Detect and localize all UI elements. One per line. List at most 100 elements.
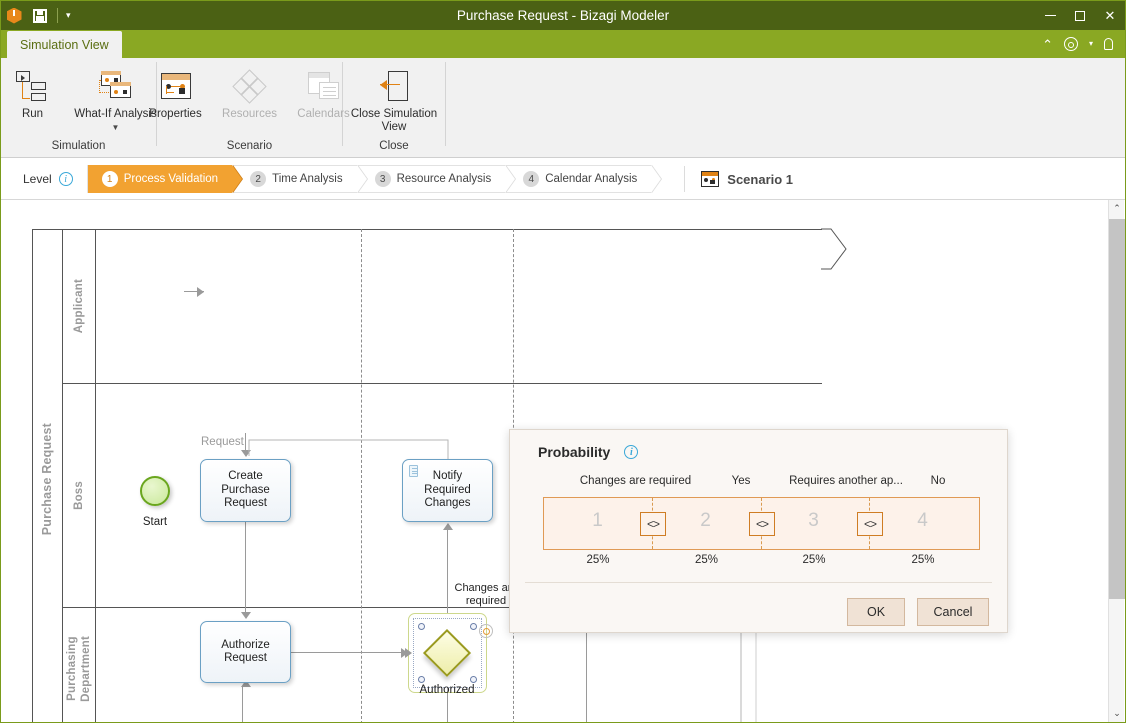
probability-percentages: 25% 25% 25% 25% [543, 554, 980, 572]
scroll-up-button[interactable]: ⌃ [1109, 200, 1125, 217]
flow-create-to-authorize [245, 522, 246, 617]
maximize-button[interactable] [1065, 1, 1095, 30]
ok-button[interactable]: OK [847, 598, 905, 626]
dialog-divider [525, 582, 992, 583]
lane-applicant-header: Applicant [63, 229, 96, 383]
minimize-button[interactable] [1035, 1, 1065, 30]
info-icon[interactable]: i [58, 172, 73, 186]
quick-access-dropdown-icon[interactable]: ▾ [66, 11, 71, 20]
ribbon: Run What-If Analysis ▼ Simulation Proper… [1, 58, 1125, 158]
scenario-icon [701, 171, 720, 187]
resize-handle[interactable] [470, 623, 477, 630]
close-button[interactable]: ✕ [1095, 1, 1125, 30]
app-menu-button[interactable] [1, 1, 27, 30]
probability-dialog[interactable]: Probability i Changes are required Yes R… [509, 429, 1008, 633]
window-title: Purchase Request - Bizagi Modeler [456, 8, 670, 23]
pool-title: Purchase Request [32, 229, 63, 722]
level-step-label: Resource Analysis [396, 173, 492, 185]
close-simulation-view-label: Close Simulation View [350, 108, 438, 133]
start-event[interactable] [140, 476, 170, 506]
save-icon [33, 8, 47, 23]
title-bar: ▾ Purchase Request - Bizagi Modeler ✕ [1, 1, 1125, 30]
resize-handle[interactable] [418, 676, 425, 683]
save-button[interactable] [27, 1, 53, 30]
resources-button: Resources [213, 63, 287, 121]
gear-icon[interactable] [1063, 37, 1078, 51]
task-authorize-request[interactable]: Authorize Request [200, 621, 291, 683]
segment-number-1: 1 [592, 510, 603, 531]
lane-applicant[interactable]: Applicant [63, 229, 822, 384]
gateway-inbound-arrowhead [405, 648, 412, 658]
level-step-number: 1 [101, 171, 118, 187]
percentage-2: 25% [694, 554, 719, 566]
ribbon-group-close: Close Simulation View Close [343, 58, 445, 158]
scrollbar-thumb[interactable] [1109, 219, 1125, 599]
ribbon-group-scenario-title: Scenario [226, 140, 273, 152]
close-simulation-view-button[interactable]: Close Simulation View [348, 63, 440, 134]
ribbon-group-close-title: Close [379, 140, 409, 152]
level-step-label: Calendar Analysis [545, 173, 638, 185]
properties-label: Properties [149, 108, 202, 120]
task-create-purchase-request[interactable]: Create Purchase Request [200, 459, 291, 522]
level-step-process-validation[interactable]: 1 Process Validation [87, 165, 244, 193]
dialog-title-text: Probability [538, 444, 611, 460]
lightbulb-icon[interactable] [1104, 38, 1113, 50]
calendars-icon [307, 72, 340, 100]
flow-arrowhead [443, 523, 453, 530]
level-step-number: 4 [523, 171, 540, 187]
level-step-resource-analysis[interactable]: 3 Resource Analysis [357, 165, 516, 193]
run-icon [15, 71, 50, 101]
resources-label: Resources [222, 108, 277, 120]
run-label: Run [21, 108, 44, 120]
info-icon[interactable]: i [624, 445, 639, 459]
level-step-number: 3 [374, 171, 391, 187]
ribbon-group-scenario: Properties Resources Calendars Scenario [149, 58, 350, 158]
level-steps: 1 Process Validation 2 Time Analysis 3 R… [86, 165, 663, 193]
slider-handle-1[interactable]: <> [640, 512, 666, 536]
minimize-icon [1044, 14, 1056, 17]
chevron-down-icon[interactable]: ▼ [112, 123, 120, 132]
collapse-ribbon-icon[interactable]: ⌃ [1042, 38, 1053, 51]
calendars-label: Calendars [297, 108, 350, 120]
ribbon-group-simulation: Run What-If Analysis ▼ Simulation [0, 58, 157, 158]
lane-purchasing-department-label: Purchasing Department [66, 635, 92, 702]
task-label: Notify Required Changes [424, 470, 471, 510]
tab-simulation-view[interactable]: Simulation View [7, 31, 122, 58]
level-step-time-analysis[interactable]: 2 Time Analysis [232, 165, 368, 193]
properties-button[interactable]: Properties [139, 63, 213, 121]
gear-icon[interactable] [479, 624, 493, 638]
resources-icon [231, 69, 267, 104]
slider-handle-2[interactable]: <> [749, 512, 775, 536]
percentage-3: 25% [802, 554, 826, 566]
probability-slider[interactable]: 1 2 3 4 <> <> <> [543, 497, 980, 550]
lane-applicant-label: Applicant [73, 278, 85, 334]
flow-authorize-to-gateway [290, 652, 407, 653]
vertical-scrollbar[interactable]: ⌃ ⌄ [1108, 200, 1125, 722]
ribbon-divider [445, 62, 446, 146]
slider-handle-3[interactable]: <> [857, 512, 883, 536]
chevron-down-icon[interactable]: ▾ [1089, 40, 1093, 48]
dialog-buttons: OK Cancel [847, 598, 989, 626]
level-label: Level [23, 172, 52, 186]
gateway-authorized-label: Authorized [419, 684, 475, 696]
column-header-no: No [930, 475, 946, 487]
flow-loopback-up [242, 687, 243, 722]
properties-icon [160, 73, 191, 99]
flow-arrowhead [197, 287, 204, 297]
resize-handle[interactable] [418, 623, 425, 630]
ribbon-header-actions: ⌃ ▾ [1042, 30, 1125, 58]
pool-title-label: Purchase Request [40, 422, 54, 536]
level-step-number: 2 [250, 171, 267, 187]
run-button[interactable]: Run [0, 63, 70, 121]
level-step-label: Time Analysis [272, 173, 343, 185]
level-bar: Level i 1 Process Validation 2 Time Anal… [1, 159, 1125, 200]
cancel-button[interactable]: Cancel [917, 598, 989, 626]
scenario-name: Scenario 1 [727, 171, 794, 187]
scenario-selector[interactable]: Scenario 1 [701, 171, 793, 187]
probability-column-headers: Changes are required Yes Requires anothe… [543, 475, 980, 497]
level-step-calendar-analysis[interactable]: 4 Calendar Analysis [505, 165, 663, 193]
task-notify-required-changes[interactable]: Notify Required Changes [402, 459, 493, 522]
scroll-down-button[interactable]: ⌄ [1109, 705, 1125, 722]
resize-handle[interactable] [470, 676, 477, 683]
flow-arrowhead [241, 612, 251, 619]
